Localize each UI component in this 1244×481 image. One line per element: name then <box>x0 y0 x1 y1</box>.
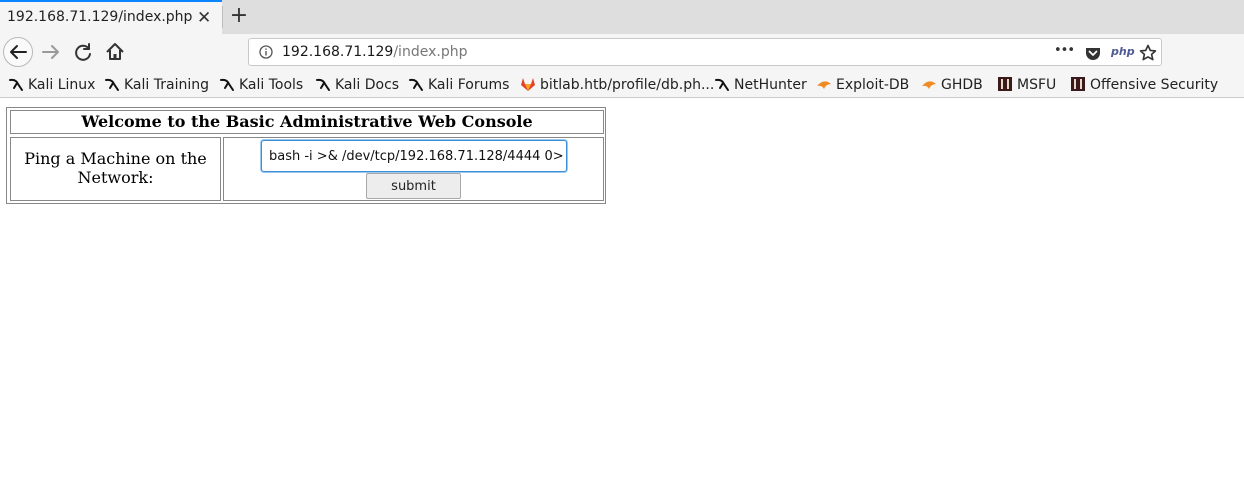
bookmark-kali-tools[interactable]: Kali Tools <box>219 75 303 95</box>
gitlab-icon <box>521 78 535 91</box>
kali-dragon-icon <box>9 78 23 91</box>
reload-icon <box>75 43 91 61</box>
bookmarks-toolbar: Kali Linux Kali Training Kali Tools Kali… <box>0 72 1244 98</box>
bookmark-kali-docs[interactable]: Kali Docs <box>315 75 399 95</box>
tab-strip: 192.168.71.129/index.php ✕ + <box>0 0 1244 34</box>
page-content: Welcome to the Basic Administrative Web … <box>0 98 1244 481</box>
url-host: 192.168.71.129 <box>282 44 394 60</box>
submit-button[interactable]: submit <box>366 173 461 199</box>
kali-dragon-icon <box>316 78 330 91</box>
reload-button[interactable] <box>70 39 96 65</box>
bookmark-ghdb[interactable]: GHDB <box>921 75 983 95</box>
home-button[interactable] <box>102 39 128 65</box>
bookmark-kali-linux[interactable]: Kali Linux <box>8 75 95 95</box>
kali-dragon-icon <box>220 78 234 91</box>
back-button[interactable] <box>3 37 33 67</box>
url-path: /index.php <box>393 44 468 60</box>
site-info-icon[interactable] <box>259 45 273 59</box>
new-tab-button[interactable]: + <box>229 3 249 29</box>
ping-form-cell: submit <box>223 137 604 201</box>
pocket-icon[interactable] <box>1083 43 1103 63</box>
bookmark-label: Exploit-DB <box>836 77 910 93</box>
console-table: Welcome to the Basic Administrative Web … <box>6 107 606 204</box>
exploit-db-icon <box>817 81 831 89</box>
url-bar[interactable]: 192.168.71.129/index.php ••• php <box>248 38 1162 66</box>
ping-address-input[interactable] <box>261 140 567 172</box>
bookmark-label: bitlab.htb/profile/db.ph... <box>540 77 715 93</box>
php-icon[interactable]: php <box>1111 45 1135 58</box>
active-tab[interactable]: 192.168.71.129/index.php ✕ <box>0 0 222 34</box>
bookmark-label: GHDB <box>941 77 983 93</box>
bookmark-label: Kali Linux <box>28 77 96 93</box>
kali-dragon-icon <box>105 78 119 91</box>
kali-dragon-icon <box>409 78 423 91</box>
forward-button[interactable] <box>38 39 64 65</box>
offsec-icon <box>1071 77 1085 91</box>
bookmark-exploit-db[interactable]: Exploit-DB <box>816 75 909 95</box>
home-icon <box>106 43 124 60</box>
back-arrow-icon <box>10 45 27 59</box>
bookmark-msfu[interactable]: MSFU <box>997 75 1056 95</box>
page-title: Welcome to the Basic Administrative Web … <box>10 110 604 134</box>
navigation-toolbar: 192.168.71.129/index.php ••• php <box>0 34 1244 72</box>
kali-dragon-icon <box>715 78 729 91</box>
bookmark-kali-forums[interactable]: Kali Forums <box>408 75 509 95</box>
bookmark-label: Kali Forums <box>428 77 510 93</box>
ping-label: Ping a Machine on the Network: <box>10 137 221 201</box>
bookmark-label: MSFU <box>1017 77 1057 93</box>
tab-separator <box>222 6 223 28</box>
exploit-db-icon <box>922 81 936 89</box>
bookmark-label: Kali Training <box>124 77 209 93</box>
offsec-icon <box>998 77 1012 91</box>
bookmark-label: NetHunter <box>734 77 807 93</box>
page-actions-icon[interactable]: ••• <box>1054 43 1075 58</box>
bookmark-label: Offensive Security <box>1090 77 1219 93</box>
forward-arrow-icon <box>42 45 59 59</box>
bookmark-label: Kali Tools <box>239 77 304 93</box>
bookmark-star-icon[interactable] <box>1138 43 1158 63</box>
bookmark-label: Kali Docs <box>335 77 400 93</box>
close-tab-icon[interactable]: ✕ <box>197 8 211 28</box>
bookmark-offensive-security[interactable]: Offensive Security <box>1070 75 1218 95</box>
bookmark-nethunter[interactable]: NetHunter <box>714 75 807 95</box>
bookmark-kali-training[interactable]: Kali Training <box>104 75 209 95</box>
url-text[interactable]: 192.168.71.129/index.php <box>282 44 467 60</box>
tab-title: 192.168.71.129/index.php <box>7 9 193 25</box>
bookmark-bitlab[interactable]: bitlab.htb/profile/db.ph... <box>520 75 714 95</box>
